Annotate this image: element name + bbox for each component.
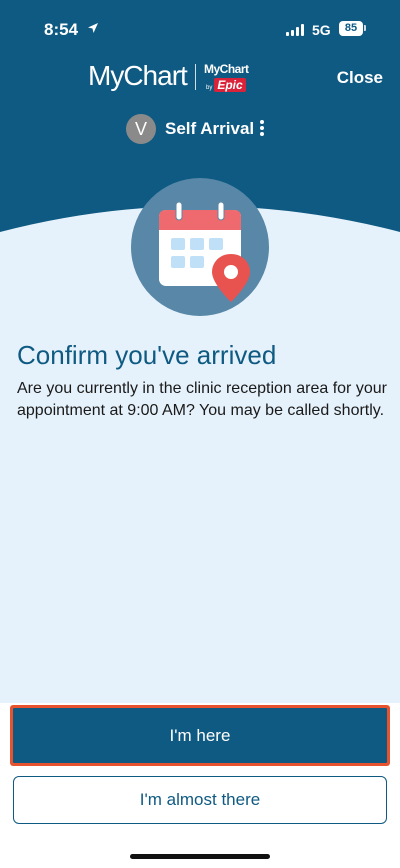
hero-illustration: [131, 178, 269, 316]
logo-sub-by: by: [206, 85, 213, 91]
mychart-by-epic-logo: MyChart by Epic: [204, 62, 256, 92]
network-type: 5G: [312, 22, 331, 38]
close-button[interactable]: Close: [337, 68, 383, 88]
logo-sub-top: MyChart: [204, 62, 249, 76]
battery-icon: 85: [339, 21, 363, 36]
home-indicator[interactable]: [130, 854, 270, 859]
logo-divider: [195, 64, 196, 90]
context-title: Self Arrival: [165, 119, 255, 138]
status-bar: 8:54 5G 85: [0, 0, 400, 60]
confirmation-message: Are you currently in the clinic receptio…: [17, 380, 387, 419]
im-almost-there-button[interactable]: I'm almost there: [13, 776, 387, 824]
signal-icon: [286, 24, 304, 36]
kebab-menu-icon[interactable]: [258, 118, 266, 138]
battery-tip: [364, 25, 366, 31]
logo-sub-brand: Epic: [214, 78, 246, 92]
im-here-button[interactable]: I'm here: [13, 708, 387, 763]
calendar-location-icon: [159, 201, 250, 302]
status-time: 8:54: [44, 20, 79, 39]
location-arrow-icon: [88, 23, 98, 33]
mychart-logo: MyChart: [88, 60, 188, 91]
page-title: Confirm you've arrived: [17, 340, 277, 370]
avatar[interactable]: V: [126, 114, 156, 144]
